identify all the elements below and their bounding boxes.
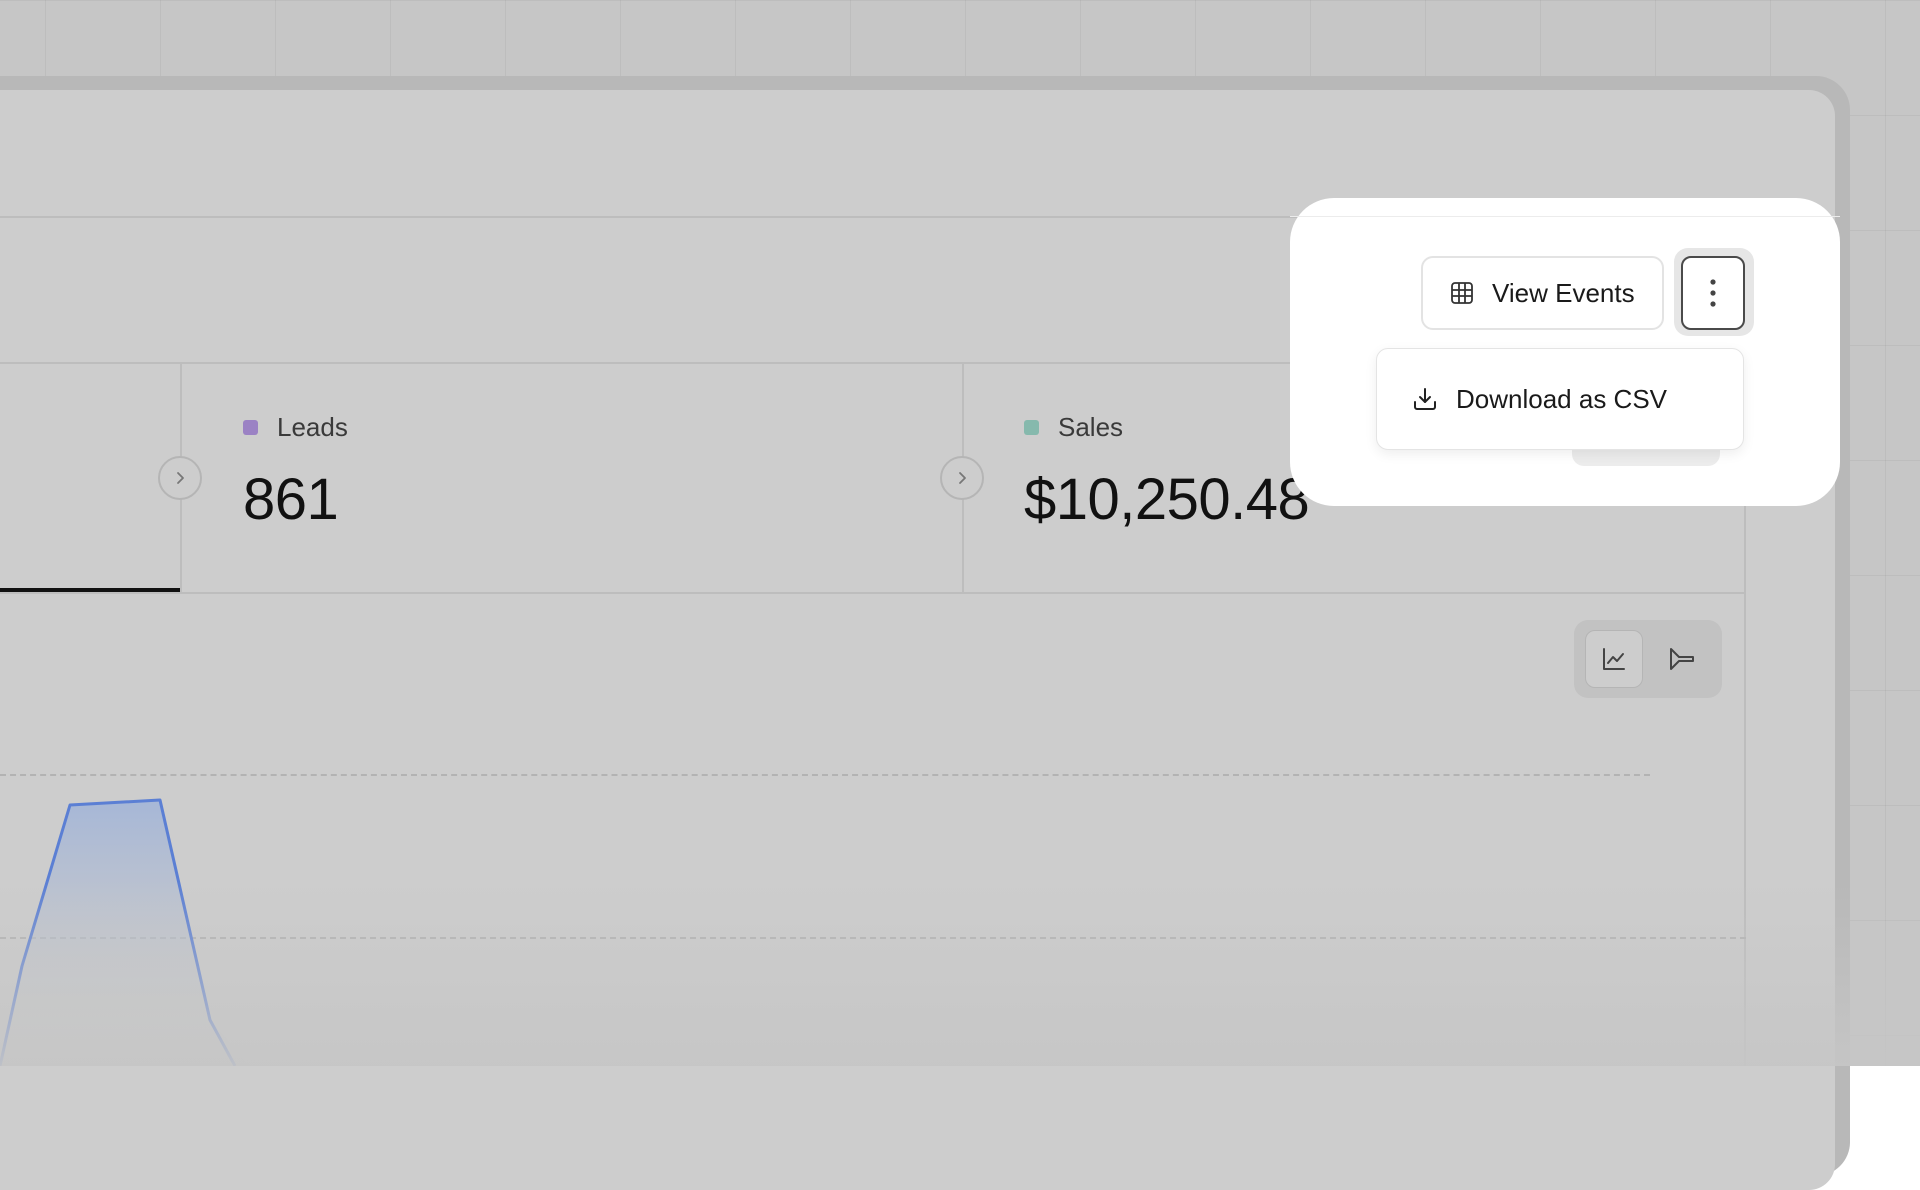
- metrics-bottom-divider: [0, 592, 1746, 594]
- download-csv-menu-item[interactable]: Download as CSV: [1387, 359, 1733, 439]
- metric-leads-value: 861: [243, 467, 339, 532]
- line-chart-toggle-button[interactable]: [1585, 630, 1643, 688]
- view-events-button[interactable]: View Events: [1421, 256, 1664, 330]
- metric-leads-name: Leads: [277, 412, 348, 442]
- download-csv-label: Download as CSV: [1456, 383, 1667, 414]
- view-events-label: View Events: [1492, 277, 1635, 308]
- chevron-right-icon: [959, 472, 966, 484]
- spotlight-header-divider: [1290, 216, 1840, 217]
- metric-sales-label: Sales: [1024, 412, 1123, 443]
- chart-type-toggle: [1574, 620, 1722, 698]
- metric-sales-name: Sales: [1058, 412, 1124, 442]
- more-options-dropdown: Download as CSV: [1376, 348, 1744, 450]
- line-chart-icon: [1603, 648, 1625, 670]
- funnel-chart-toggle-button[interactable]: [1653, 630, 1711, 688]
- active-tab-indicator: [0, 588, 180, 592]
- table-grid-icon: [1451, 282, 1473, 304]
- legend-swatch-leads: [243, 420, 258, 435]
- more-vertical-icon: [1710, 279, 1716, 307]
- funnel-icon: [1670, 648, 1694, 670]
- chart-gridline-top: [0, 774, 1650, 776]
- more-options-button[interactable]: [1681, 256, 1745, 330]
- metric-leads-label: Leads: [243, 412, 348, 443]
- metric-sales-value: $10,250.48: [1024, 467, 1310, 532]
- download-icon: [1414, 388, 1436, 410]
- next-metric-button[interactable]: [940, 456, 984, 500]
- chevron-right-icon: [177, 472, 184, 484]
- bottom-fade: [0, 880, 1920, 1066]
- prev-metric-button[interactable]: [158, 456, 202, 500]
- legend-swatch-sales: [1024, 420, 1039, 435]
